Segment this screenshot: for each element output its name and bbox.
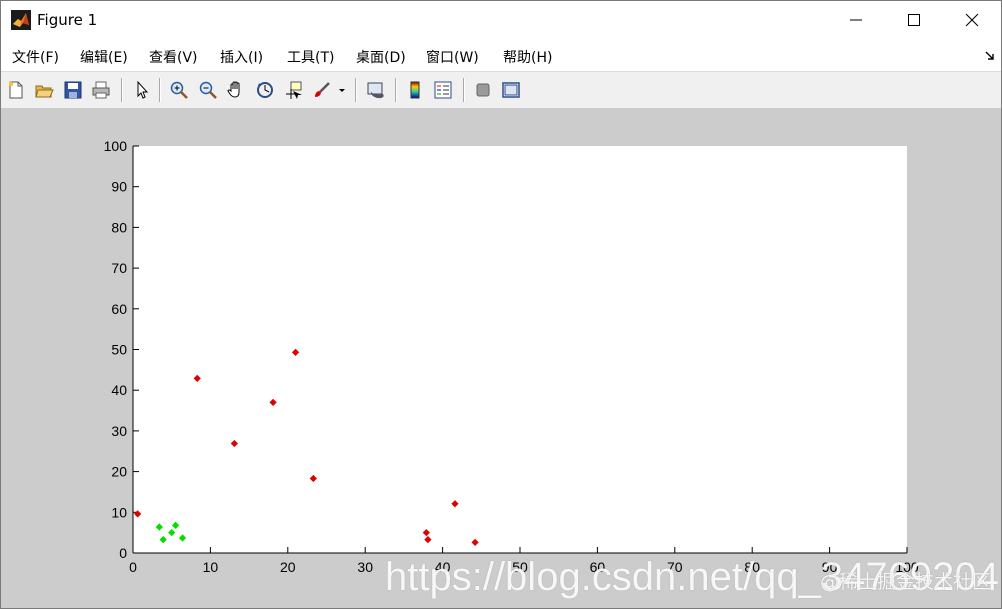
data-cursor-button[interactable]: [281, 78, 305, 102]
pan-button[interactable]: [224, 78, 248, 102]
pan-hand-icon: [227, 81, 240, 98]
zoom-out-button[interactable]: [196, 78, 220, 102]
toolbar-separator: [355, 78, 357, 102]
y-tick-label: 0: [119, 545, 127, 561]
menu-view[interactable]: 查看(V): [149, 47, 198, 67]
hide-plot-tools-button[interactable]: [471, 78, 495, 102]
figure-toolbar: [1, 71, 1001, 109]
y-tick-label: 70: [111, 260, 127, 276]
y-tick-label: 90: [111, 179, 127, 195]
minimize-button[interactable]: [827, 1, 885, 39]
x-tick-label: 20: [280, 559, 296, 575]
title-bar[interactable]: Figure 1: [1, 1, 1001, 39]
toolbar-separator: [395, 78, 397, 102]
legend-icon: [434, 81, 452, 99]
link-plot-icon: [367, 82, 384, 99]
figure-canvas[interactable]: 0 10 20 30 40 50 60 70 80 90 100 0 10 20 30 40 50 60 70 80 9…: [1, 108, 1001, 608]
x-tick-label: 0: [129, 559, 137, 575]
maximize-button[interactable]: [885, 1, 943, 39]
show-plot-tools-button[interactable]: [499, 78, 523, 102]
dropdown-arrow-icon: [339, 89, 345, 92]
x-tick-label: 30: [357, 559, 373, 575]
link-plot-button[interactable]: [364, 78, 388, 102]
new-figure-button[interactable]: [4, 78, 28, 102]
open-file-button[interactable]: [32, 78, 56, 102]
menu-tools[interactable]: 工具(T): [287, 47, 334, 67]
menu-file[interactable]: 文件(F): [12, 47, 59, 67]
menu-help[interactable]: 帮助(H): [503, 47, 552, 67]
x-tick-label: 10: [203, 559, 219, 575]
pointer-button[interactable]: [130, 78, 154, 102]
pointer-icon: [137, 80, 149, 99]
zoom-in-icon: [170, 81, 188, 99]
new-figure-icon: [8, 81, 23, 99]
menu-edit[interactable]: 编辑(E): [80, 47, 128, 67]
colorbar-button[interactable]: [403, 78, 427, 102]
brush-dropdown-button[interactable]: [335, 78, 349, 102]
y-tick-label: 60: [111, 301, 127, 317]
print-button[interactable]: [89, 78, 113, 102]
close-icon: [965, 13, 979, 27]
matlab-logo-icon: [11, 10, 31, 30]
maximize-icon: [908, 14, 920, 26]
y-tick-label: 40: [111, 382, 127, 398]
rotate-3d-icon: [257, 82, 273, 98]
y-tick-label: 100: [104, 138, 128, 154]
hide-plot-tools-icon: [476, 83, 490, 97]
dock-arrow-icon[interactable]: [985, 51, 995, 61]
legend-button[interactable]: [431, 78, 455, 102]
save-button[interactable]: [61, 78, 85, 102]
menu-insert[interactable]: 插入(I): [220, 47, 263, 67]
zoom-out-icon: [199, 81, 217, 99]
rotate-3d-button[interactable]: [253, 78, 277, 102]
colorbar-icon: [410, 81, 420, 99]
window-title: Figure 1: [37, 11, 98, 29]
y-tick-label: 30: [111, 423, 127, 439]
figure-window: Figure 1 文件(F) 编辑(E) 查看(V) 插入(I) 工具(T) 桌…: [0, 0, 1002, 609]
save-icon: [64, 81, 82, 99]
watermark-site: @稀土掘金技术社区: [820, 571, 992, 593]
axes-background: [133, 146, 907, 553]
data-cursor-icon: [286, 81, 302, 99]
brush-icon: [315, 82, 330, 97]
y-tick-label: 10: [111, 504, 127, 520]
open-file-icon: [35, 85, 54, 98]
brush-button[interactable]: [310, 78, 334, 102]
y-tick-label: 20: [111, 464, 127, 480]
toolbar-separator: [159, 78, 161, 102]
minimize-icon: [850, 19, 862, 21]
menu-desktop[interactable]: 桌面(D): [356, 47, 406, 67]
y-tick-label: 50: [111, 342, 127, 358]
y-tick-label: 80: [111, 219, 127, 235]
toolbar-separator: [463, 78, 465, 102]
menu-window[interactable]: 窗口(W): [426, 47, 479, 67]
toolbar-separator: [121, 78, 123, 102]
menu-bar: 文件(F) 编辑(E) 查看(V) 插入(I) 工具(T) 桌面(D) 窗口(W…: [1, 39, 1001, 71]
scatter-plot[interactable]: 0 10 20 30 40 50 60 70 80 90 100010203040506070809…: [1, 108, 1001, 608]
print-icon: [92, 81, 110, 99]
show-plot-tools-icon: [502, 82, 520, 98]
zoom-in-button[interactable]: [167, 78, 191, 102]
close-button[interactable]: [943, 1, 1001, 39]
